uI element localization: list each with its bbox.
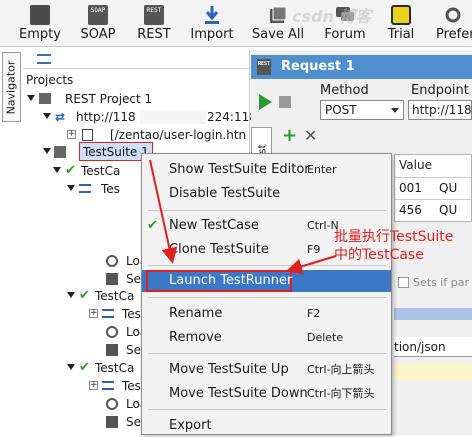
rest-icon: REST xyxy=(144,5,164,25)
loadtest-icon xyxy=(106,398,118,410)
soap-button[interactable]: SOAP SOAP xyxy=(72,0,124,46)
testcase-node-2[interactable]: ✔ TestCa xyxy=(67,287,147,305)
menu-item-disable-suite[interactable]: Disable TestSuite xyxy=(142,183,391,205)
pass-check-icon: ✔ xyxy=(65,163,76,178)
collapse-icon[interactable] xyxy=(67,292,75,298)
menu-item-rename[interactable]: Rename F2 xyxy=(142,303,391,325)
menu-separator xyxy=(148,353,386,354)
testcase-node-1[interactable]: ✔ TestCa xyxy=(53,162,153,180)
stop-icon[interactable] xyxy=(279,96,291,108)
rest-request-icon: REST xyxy=(257,59,271,75)
new-testcase-icon: ✔ xyxy=(147,218,158,233)
list-icon xyxy=(102,309,114,318)
redacted-region xyxy=(140,111,206,124)
security-icon xyxy=(106,344,118,356)
media-type-field[interactable]: tion/json xyxy=(394,337,472,357)
collapse-icon[interactable] xyxy=(67,185,75,191)
endpoint-icon: ⇄ xyxy=(55,110,66,124)
value-column-header: Value xyxy=(399,158,432,172)
expand-icon[interactable]: + xyxy=(67,130,76,139)
endpoint-node[interactable]: ⇄ http://118 224:1180 xyxy=(43,108,265,126)
endpoint-input[interactable]: http://118. xyxy=(408,100,472,120)
project-node[interactable]: REST Project 1 xyxy=(27,90,247,108)
menu-separator xyxy=(148,210,386,211)
list-icon xyxy=(102,381,114,390)
list-icon xyxy=(79,184,91,193)
checkbox-box xyxy=(398,277,409,288)
annotation-text: 批量执行TestSuite 中的TestCase xyxy=(334,229,454,263)
menu-item-move-down[interactable]: Move TestSuite Down Ctrl-向下箭头 xyxy=(142,383,391,405)
collapse-icon[interactable] xyxy=(53,167,61,173)
run-icon[interactable] xyxy=(259,94,272,110)
empty-project-icon xyxy=(30,5,50,25)
highlight-strip xyxy=(394,364,472,380)
menu-separator xyxy=(148,265,386,266)
add-param-icon[interactable]: + xyxy=(282,127,297,145)
menu-item-launch-testrunner[interactable]: Launch TestRunner xyxy=(142,270,391,292)
security-icon xyxy=(106,273,118,285)
empty-button[interactable]: Empty xyxy=(10,0,70,46)
chevron-down-icon xyxy=(391,108,399,113)
loadtests-node-3[interactable]: Loa xyxy=(106,395,147,413)
pass-check-icon: ✔ xyxy=(79,360,90,375)
save-all-icon xyxy=(270,6,287,23)
watermark: csdn 博客 xyxy=(292,7,372,26)
teststeps-node-3[interactable]: + Tes xyxy=(89,377,147,395)
import-icon xyxy=(205,6,219,24)
table-row[interactable]: 456 QU xyxy=(395,199,471,221)
remove-param-icon[interactable]: ✕ xyxy=(304,127,317,145)
security-icon xyxy=(106,416,118,428)
tree-toolbar-divider xyxy=(23,68,250,69)
pass-check-icon: ✔ xyxy=(79,288,90,303)
projects-label: Projects xyxy=(26,73,74,87)
testsuite-icon xyxy=(54,146,66,158)
trial-icon xyxy=(391,5,411,25)
menu-item-export[interactable]: Export xyxy=(142,415,391,437)
security-node-1[interactable]: Sec xyxy=(106,270,148,288)
testsuite-node[interactable]: TestSuite 1 xyxy=(43,142,153,161)
main-toolbar: Empty SOAP SOAP REST REST Import Save Al… xyxy=(0,0,472,47)
menu-item-remove[interactable]: Remove Delete xyxy=(142,327,391,349)
loadtests-node-2[interactable]: Loa xyxy=(106,323,147,341)
method-label: Method xyxy=(320,83,369,98)
trial-button[interactable]: Trial xyxy=(381,0,421,46)
loadtest-icon xyxy=(106,326,118,338)
teststeps-node-2[interactable]: + Tes xyxy=(89,305,147,323)
collapse-icon[interactable] xyxy=(27,95,35,101)
testcase-node-3[interactable]: ✔ TestCa xyxy=(67,359,147,377)
section-divider-bar xyxy=(394,308,472,320)
expand-icon[interactable]: + xyxy=(89,381,98,390)
security-node-3[interactable]: Sec xyxy=(106,413,148,431)
request-title-bar[interactable]: REST Request 1 xyxy=(251,55,472,79)
collapse-icon[interactable] xyxy=(43,113,51,119)
menu-separator xyxy=(148,409,386,410)
project-icon xyxy=(39,93,51,104)
expand-icon[interactable]: + xyxy=(89,309,98,318)
soap-icon: SOAP xyxy=(88,5,108,25)
menu-item-move-up[interactable]: Move TestSuite Up Ctrl-向上箭头 xyxy=(142,359,391,381)
table-row[interactable]: 001 QU xyxy=(395,177,471,199)
context-menu: Show TestSuite Editor Enter Disable TestS… xyxy=(141,153,392,435)
loadtests-node-1[interactable]: Loa xyxy=(106,252,147,270)
sets-if-checkbox[interactable]: Sets if par xyxy=(394,274,472,292)
menu-item-show-editor[interactable]: Show TestSuite Editor Enter xyxy=(142,159,391,181)
menu-separator xyxy=(148,297,386,298)
navigator-tab[interactable]: Navigator xyxy=(2,52,21,122)
method-select[interactable]: POST xyxy=(320,100,404,120)
security-node-2[interactable]: Sec xyxy=(106,341,148,359)
import-button[interactable]: Import xyxy=(185,0,239,46)
collapse-icon[interactable] xyxy=(43,148,51,154)
rest-button[interactable]: REST REST xyxy=(128,0,180,46)
params-table: Value 001 QU 456 QU xyxy=(394,154,472,222)
tree-toolbar-icon[interactable] xyxy=(37,54,51,64)
loadtest-icon xyxy=(106,255,118,267)
endpoint-label: Endpoint xyxy=(411,83,469,98)
resource-icon xyxy=(82,129,93,141)
preferences-button[interactable]: Prefer xyxy=(433,0,472,46)
collapse-icon[interactable] xyxy=(67,364,75,370)
preferences-icon xyxy=(445,7,460,23)
